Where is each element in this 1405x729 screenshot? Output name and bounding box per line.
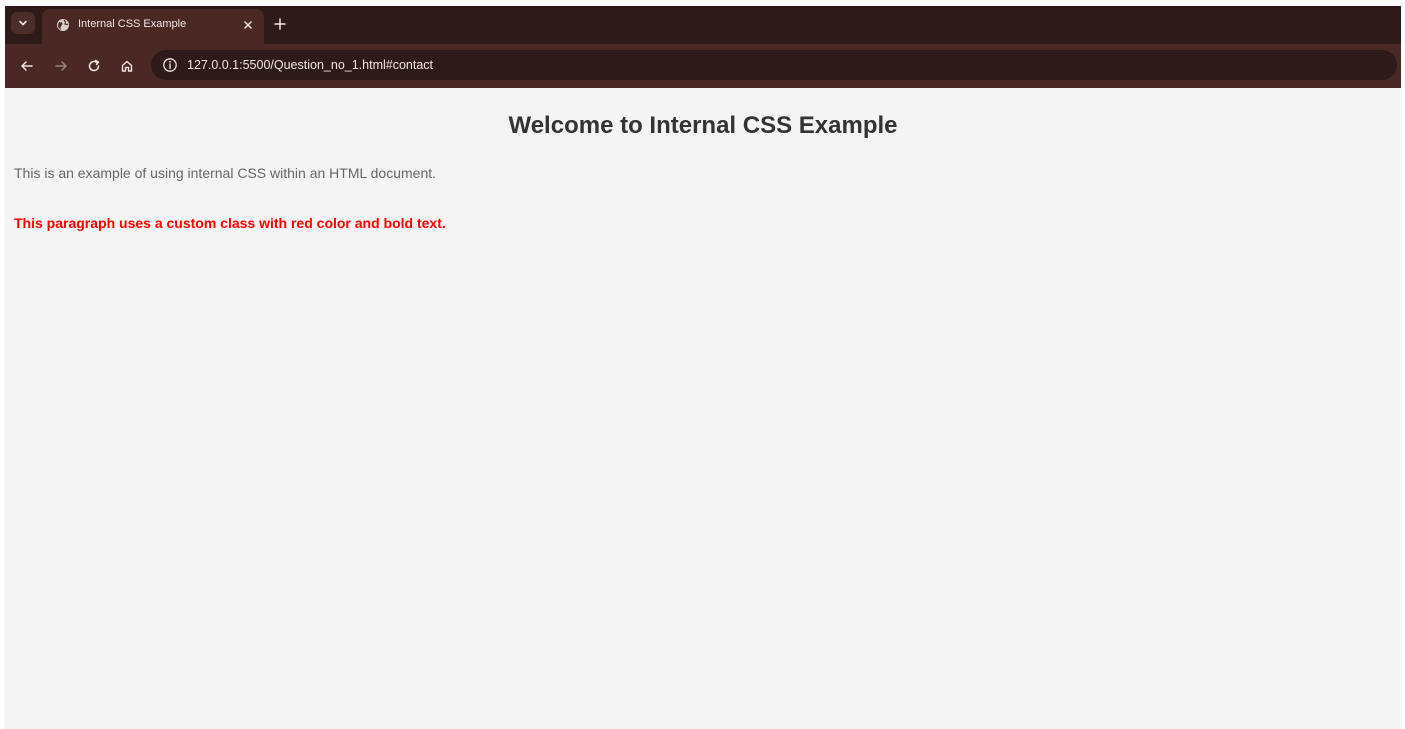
new-tab-button[interactable]	[271, 15, 289, 33]
tab-title: Internal CSS Example	[78, 18, 187, 30]
tab-close-button[interactable]	[240, 17, 256, 33]
back-button[interactable]	[18, 57, 36, 75]
chevron-down-icon	[19, 20, 27, 26]
info-icon[interactable]	[162, 57, 178, 73]
tab-strip: Internal CSS Example	[5, 6, 1401, 44]
globe-icon	[57, 19, 69, 31]
browser-toolbar: 127.0.0.1:5500/Question_no_1.html#contac…	[5, 44, 1401, 88]
intro-paragraph: This is an example of using internal CSS…	[14, 165, 437, 181]
reload-icon	[88, 59, 100, 72]
tab-active[interactable]: Internal CSS Example	[42, 9, 264, 44]
forward-button[interactable]	[52, 57, 70, 75]
reload-button[interactable]	[85, 57, 103, 75]
address-bar[interactable]: 127.0.0.1:5500/Question_no_1.html#contac…	[151, 50, 1397, 80]
home-button[interactable]	[118, 57, 136, 75]
page-heading: Welcome to Internal CSS Example	[508, 112, 898, 139]
page-content: Welcome to Internal CSS Example This is …	[5, 88, 1401, 729]
arrow-left-icon	[21, 61, 33, 71]
arrow-right-icon	[55, 61, 67, 71]
close-icon	[244, 21, 252, 29]
url-text[interactable]: 127.0.0.1:5500/Question_no_1.html#contac…	[187, 58, 433, 72]
tab-search-button[interactable]	[11, 12, 35, 34]
custom-class-paragraph: This paragraph uses a custom class with …	[14, 215, 446, 231]
browser-window: Internal CSS Example 127.0.0.1:5500/Ques…	[5, 6, 1401, 729]
plus-icon	[274, 18, 286, 30]
home-icon	[121, 60, 133, 72]
